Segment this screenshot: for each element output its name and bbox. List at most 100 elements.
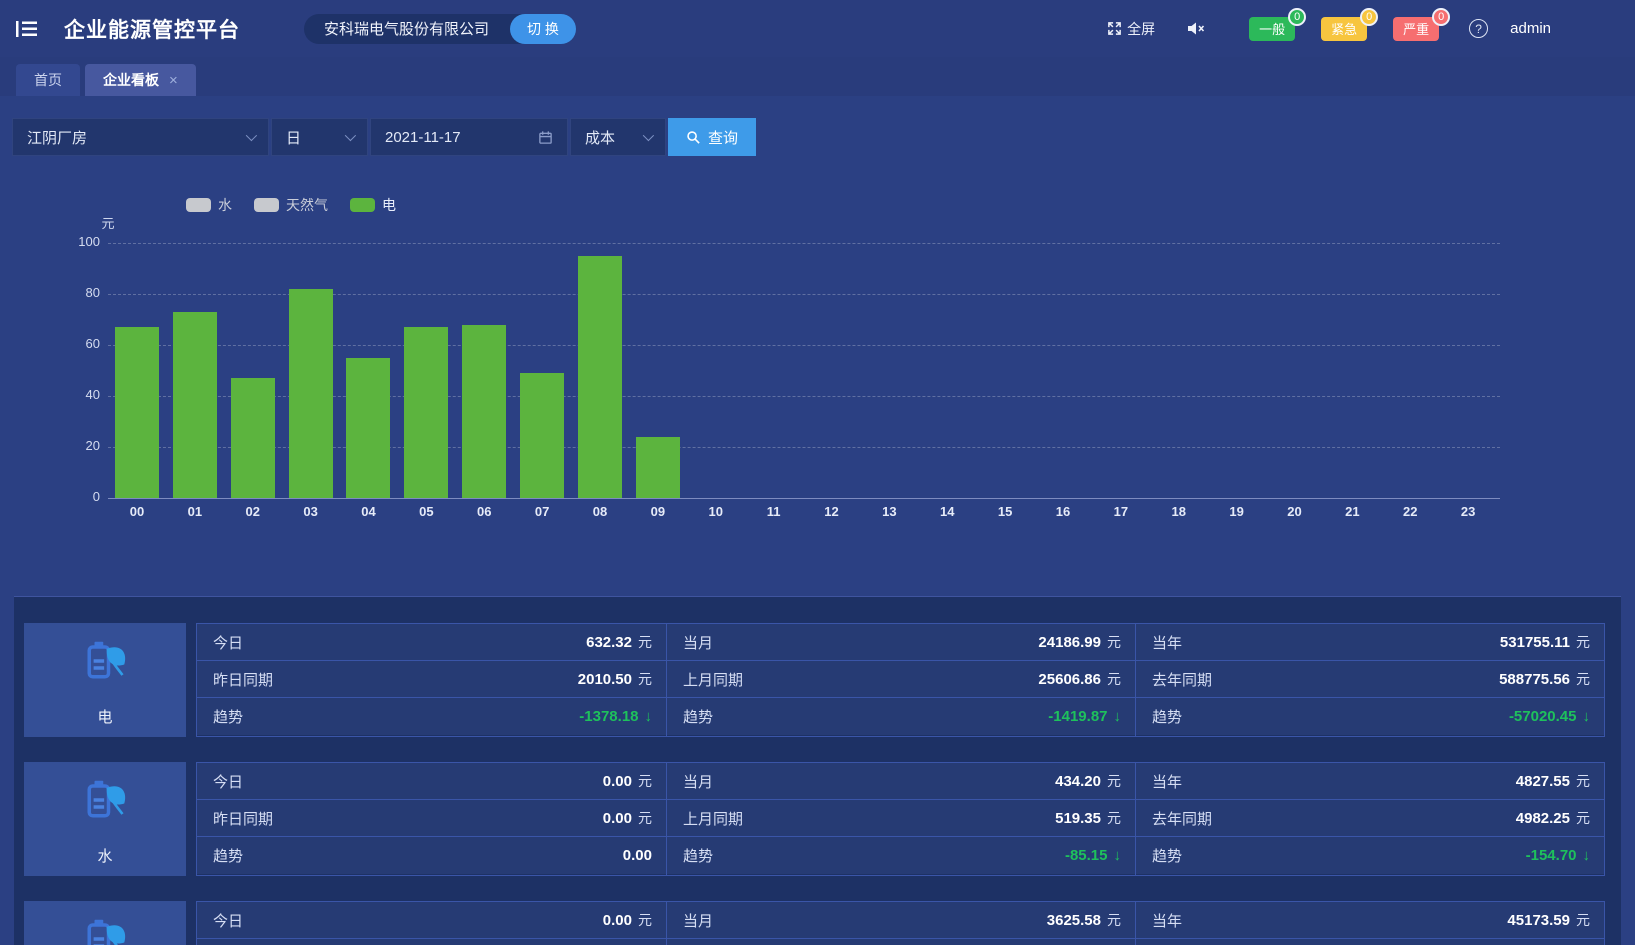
stat-cell: 今日0.00元 xyxy=(197,763,666,800)
search-icon xyxy=(686,130,701,145)
stat-column: 当年531755.11元去年同期588775.56元趋势-57020.45↓ xyxy=(1135,624,1604,736)
main-content: 江阴厂房 日 2021-11-17 成本 查询 水天然气电 元 020406 xyxy=(0,118,1635,945)
alarm-chip-urgent[interactable]: 紧急0 xyxy=(1321,17,1367,41)
tab-1[interactable]: 企业看板× xyxy=(85,64,196,96)
stat-value: 24186.99 xyxy=(1038,634,1101,651)
y-tick-label: 0 xyxy=(30,489,100,504)
stat-label: 上月同期 xyxy=(683,808,743,829)
trend-down-icon: ↓ xyxy=(1114,708,1122,725)
menu-toggle-icon[interactable] xyxy=(16,20,38,38)
stat-value: 0.00 xyxy=(603,810,632,827)
energy-bar-chart: 水天然气电 元 02040608010000010203040506070809… xyxy=(0,170,1635,526)
stat-value: 2010.50 xyxy=(578,671,632,688)
stat-unit: 元 xyxy=(1107,771,1121,791)
x-tick-label: 14 xyxy=(918,504,976,519)
x-tick-label: 06 xyxy=(455,504,513,519)
x-tick-label: 10 xyxy=(687,504,745,519)
x-tick-label: 15 xyxy=(976,504,1034,519)
chevron-down-icon xyxy=(345,130,356,141)
trend-down-icon: ↓ xyxy=(1583,708,1591,725)
stat-label: 趋势 xyxy=(1152,845,1182,866)
x-tick-label: 04 xyxy=(340,504,398,519)
stat-label: 今日 xyxy=(213,632,243,653)
company-select[interactable]: 安科瑞电气股份有限公司 切 换 xyxy=(304,14,576,44)
bar-05 xyxy=(404,327,448,498)
mute-button[interactable] xyxy=(1187,21,1205,36)
date-picker[interactable]: 2021-11-17 xyxy=(370,118,568,156)
metric-select[interactable]: 成本 xyxy=(570,118,666,156)
speaker-muted-icon xyxy=(1187,21,1205,36)
stat-label: 当年 xyxy=(1152,771,1182,792)
stat-cell: 今日632.32元 xyxy=(197,624,666,661)
x-tick-label: 21 xyxy=(1323,504,1381,519)
fullscreen-label: 全屏 xyxy=(1127,19,1155,39)
bar-02 xyxy=(231,378,275,498)
site-select[interactable]: 江阴厂房 xyxy=(12,118,269,156)
stat-cell: 当月434.20元 xyxy=(667,763,1135,800)
stat-column: 当年45173.59元 xyxy=(1135,902,1604,945)
x-tick-label: 18 xyxy=(1150,504,1208,519)
legend-label: 水 xyxy=(218,195,232,215)
y-tick-label: 60 xyxy=(30,336,100,351)
stat-label: 当月 xyxy=(683,632,713,653)
stat-value: 531755.11 xyxy=(1500,634,1570,651)
legend-item-electric[interactable]: 电 xyxy=(350,195,396,215)
tab-bar: 首页企业看板× xyxy=(0,57,1635,96)
stat-value: 3625.58 xyxy=(1047,912,1101,929)
x-tick-label: 08 xyxy=(571,504,629,519)
stat-cell: 趋势-154.70↓ xyxy=(1136,837,1604,874)
site-select-value: 江阴厂房 xyxy=(27,127,87,148)
stat-column: 当月24186.99元上月同期25606.86元趋势-1419.87↓ xyxy=(666,624,1135,736)
legend-label: 电 xyxy=(382,195,396,215)
bar-00 xyxy=(115,327,159,498)
chart-legend: 水 天然气 电 xyxy=(186,195,396,215)
fullscreen-button[interactable]: 全屏 xyxy=(1107,19,1155,39)
legend-item-gas[interactable]: 天然气 xyxy=(254,195,328,215)
help-icon[interactable]: ? xyxy=(1469,19,1488,38)
stat-cell: 趋势-85.15↓ xyxy=(667,837,1135,874)
energy-icon-box xyxy=(24,901,186,945)
battery-leaf-icon xyxy=(77,772,133,833)
stat-label: 今日 xyxy=(213,771,243,792)
stat-column: 当年4827.55元去年同期4982.25元趋势-154.70↓ xyxy=(1135,763,1604,875)
bar-09 xyxy=(636,437,680,498)
metric-select-value: 成本 xyxy=(585,127,615,148)
bar-07 xyxy=(520,373,564,498)
tab-close-icon[interactable]: × xyxy=(169,72,178,89)
legend-item-water[interactable]: 水 xyxy=(186,195,232,215)
alarm-chip-label: 一般 xyxy=(1259,19,1285,38)
stat-label: 今日 xyxy=(213,910,243,931)
alarm-chip-general[interactable]: 一般0 xyxy=(1249,17,1295,41)
query-button[interactable]: 查询 xyxy=(668,118,756,156)
chevron-down-icon xyxy=(246,130,257,141)
gridline xyxy=(108,498,1500,499)
stat-value: 0.00 xyxy=(623,847,652,864)
alarm-chips: 一般0 紧急0 严重0 xyxy=(1249,17,1439,41)
stat-cell xyxy=(197,939,666,945)
stat-label: 昨日同期 xyxy=(213,808,273,829)
chevron-down-icon xyxy=(643,130,654,141)
energy-row-water: 水今日0.00元昨日同期0.00元趋势0.00当月434.20元上月同期519.… xyxy=(24,762,1605,876)
stat-value: 4982.25 xyxy=(1516,810,1570,827)
stat-label: 当月 xyxy=(683,910,713,931)
company-name: 安科瑞电气股份有限公司 xyxy=(324,18,489,39)
stat-value: -154.70 xyxy=(1526,847,1577,864)
stat-cell: 趋势-1419.87↓ xyxy=(667,698,1135,735)
switch-company-button[interactable]: 切 换 xyxy=(510,14,576,44)
x-tick-label: 20 xyxy=(1266,504,1324,519)
alarm-chip-label: 紧急 xyxy=(1331,19,1357,38)
legend-label: 天然气 xyxy=(286,195,328,215)
stat-column: 今日0.00元 xyxy=(197,902,666,945)
period-select[interactable]: 日 xyxy=(271,118,368,156)
stat-label: 趋势 xyxy=(213,706,243,727)
user-menu[interactable]: admin xyxy=(1510,20,1551,37)
stat-unit: 元 xyxy=(1576,771,1590,791)
x-tick-label: 05 xyxy=(397,504,455,519)
calendar-icon xyxy=(538,130,553,145)
alarm-count-badge: 0 xyxy=(1432,8,1450,26)
alarm-chip-critical[interactable]: 严重0 xyxy=(1393,17,1439,41)
fullscreen-icon xyxy=(1107,21,1122,36)
tab-0[interactable]: 首页 xyxy=(16,64,80,96)
stat-cell: 去年同期4982.25元 xyxy=(1136,800,1604,837)
trend-down-icon: ↓ xyxy=(1114,847,1122,864)
